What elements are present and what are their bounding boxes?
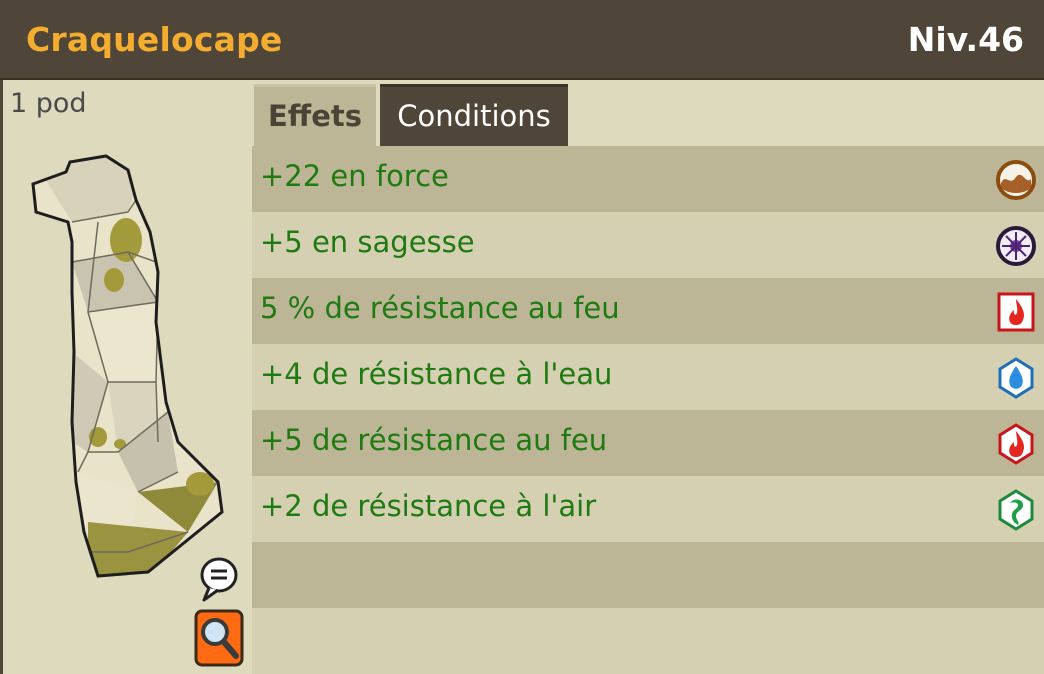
item-header: Craquelocape Niv.46 xyxy=(0,0,1044,80)
effect-text: +22 en force xyxy=(260,159,449,193)
fire-icon xyxy=(998,423,1034,465)
effect-row: +2 de résistance à l'air xyxy=(252,476,1044,542)
effect-text: 5 % de résistance au feu xyxy=(260,291,620,325)
panel-border xyxy=(0,80,3,674)
tab-conditions[interactable]: Conditions xyxy=(380,84,568,146)
effect-row: +5 en sagesse xyxy=(252,212,1044,278)
magnifier-inspect-icon[interactable] xyxy=(194,609,244,667)
effect-text: +5 de résistance au feu xyxy=(260,423,608,457)
effect-row: 5 % de résistance au feu xyxy=(252,278,1044,344)
air-icon xyxy=(998,489,1034,531)
tab-effets[interactable]: Effets xyxy=(254,84,376,146)
wisdom-icon xyxy=(996,226,1036,266)
chat-bubble-icon[interactable] xyxy=(198,556,240,602)
effect-text: +4 de résistance à l'eau xyxy=(260,357,613,391)
fire-percent-resistance-icon xyxy=(997,292,1035,332)
effect-row: +22 en force xyxy=(252,146,1044,212)
item-name: Craquelocape xyxy=(26,20,283,59)
effect-row: +5 de résistance au feu xyxy=(252,410,1044,476)
effect-text: +5 en sagesse xyxy=(260,225,475,259)
cape-item-image xyxy=(31,154,224,578)
effect-text: +2 de résistance à l'air xyxy=(260,489,597,523)
item-level: Niv.46 xyxy=(907,20,1024,59)
earth-strength-icon xyxy=(996,160,1036,200)
effect-row: +4 de résistance à l'eau xyxy=(252,344,1044,410)
item-weight: 1 pod xyxy=(10,88,87,119)
empty-row xyxy=(252,542,1044,608)
effects-list: +22 en force +5 en sagesse 5 % de résist… xyxy=(252,146,1044,674)
water-icon xyxy=(998,357,1034,399)
